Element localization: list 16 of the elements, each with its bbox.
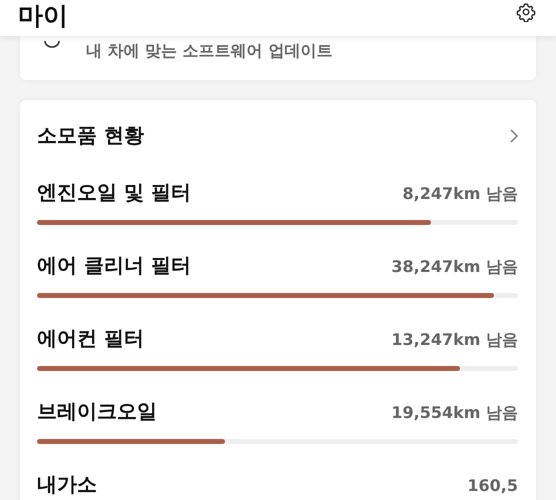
- settings-icon[interactable]: [516, 2, 536, 22]
- item-name: 에어 클리너 필터: [37, 252, 191, 279]
- item-name: 내가소: [37, 471, 97, 498]
- update-text: 내 차에 맞는 소프트웨어 업데이트: [86, 41, 332, 62]
- item-name: 브레이크오일: [37, 398, 157, 425]
- item-name: 엔진오일 및 필터: [37, 179, 191, 206]
- remaining-distance: 13,247km 남음: [391, 330, 518, 351]
- section-title: 소모품 현황: [37, 122, 144, 149]
- remaining-distance: 8,247km 남음: [402, 184, 518, 205]
- update-card[interactable]: 내 차에 맞는 소프트웨어 업데이트: [20, 36, 536, 80]
- chevron-icon[interactable]: [510, 128, 518, 142]
- remaining-distance: 38,247km 남음: [391, 257, 518, 278]
- remaining-distance: 19,554km 남음: [391, 403, 518, 424]
- remaining-distance: 160,5: [467, 476, 518, 495]
- item-name: 에어컨 필터: [37, 325, 144, 352]
- page-title: 마이: [18, 0, 68, 32]
